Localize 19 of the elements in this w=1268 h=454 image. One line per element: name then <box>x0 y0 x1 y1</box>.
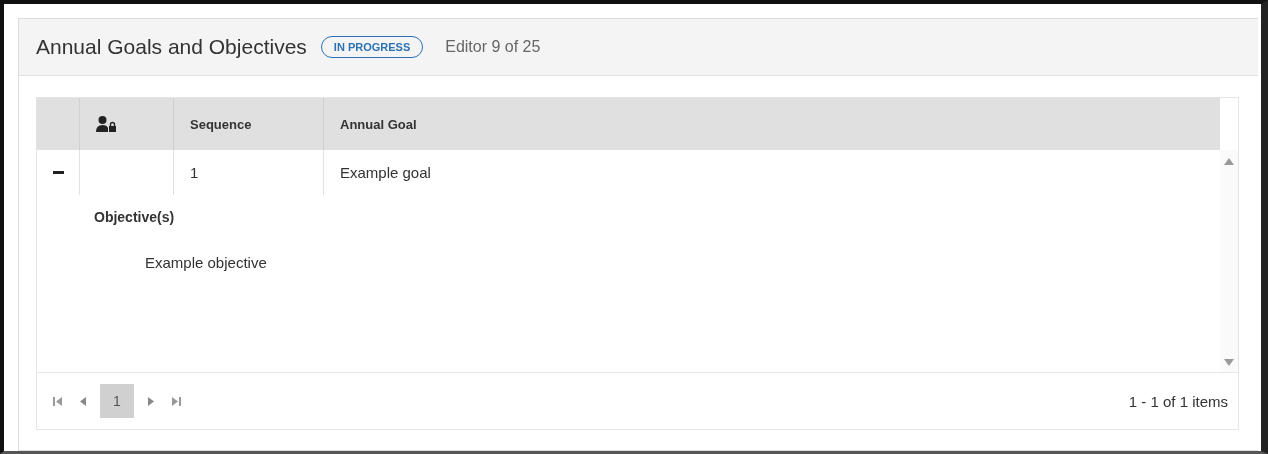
editor-count: Editor 9 of 25 <box>445 38 541 56</box>
scroll-down-icon[interactable] <box>1224 359 1234 366</box>
scrollbar[interactable] <box>1220 150 1238 372</box>
first-page-icon[interactable] <box>53 396 62 406</box>
previous-page-icon[interactable] <box>80 396 86 406</box>
item-count: 1 - 1 of 1 items <box>1128 392 1228 410</box>
scroll-up-icon[interactable] <box>1224 158 1234 165</box>
column-header[interactable]: Sequence <box>190 116 252 132</box>
page-button[interactable]: 1 <box>100 384 134 418</box>
table-cell: Example goal <box>340 164 431 181</box>
table-cell: 1 <box>190 164 199 181</box>
objective-text: Example objective <box>145 254 268 271</box>
column-header[interactable]: Annual Goal <box>340 116 417 132</box>
page-title: Annual Goals and Objectives <box>36 35 307 59</box>
objectives-heading: Objective(s) <box>94 209 176 225</box>
next-page-icon[interactable] <box>148 396 154 406</box>
last-page-icon[interactable] <box>172 396 181 406</box>
collapse-icon[interactable] <box>52 171 64 174</box>
user-lock-icon <box>96 116 116 132</box>
